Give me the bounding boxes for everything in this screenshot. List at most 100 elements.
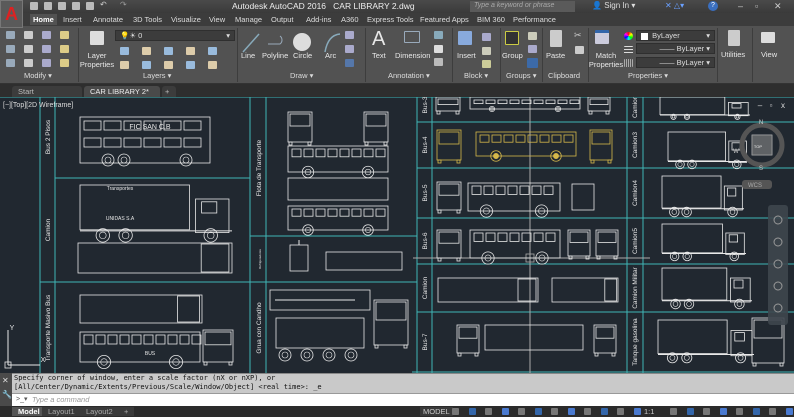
model-space-button[interactable]: MODEL bbox=[420, 407, 453, 416]
minimize-button[interactable]: – bbox=[738, 1, 743, 11]
close-button[interactable]: ✕ bbox=[774, 1, 782, 12]
line-button[interactable]: Line bbox=[241, 51, 255, 60]
circle-button[interactable]: Circle bbox=[293, 51, 312, 60]
layer-tool-icon[interactable] bbox=[186, 47, 195, 55]
layer-tool-icon[interactable] bbox=[120, 61, 129, 69]
tab-annotate[interactable]: Annotate bbox=[90, 14, 126, 25]
layer-tool-icon[interactable] bbox=[120, 47, 129, 55]
layer-tool-icon[interactable] bbox=[142, 47, 151, 55]
tab-add-ins[interactable]: Add-ins bbox=[303, 14, 334, 25]
insert-button[interactable]: Insert bbox=[457, 51, 476, 60]
view-button[interactable]: View bbox=[761, 50, 777, 59]
tab-bim-360[interactable]: BIM 360 bbox=[474, 14, 508, 25]
color-dropdown[interactable]: ByLayer ▾ bbox=[636, 30, 715, 41]
tab-layout2[interactable]: Layout2 bbox=[80, 407, 119, 416]
tab-car-library[interactable]: CAR LIBRARY 2* ✕ bbox=[84, 86, 160, 105]
annotation-monitor-icon[interactable] bbox=[686, 408, 694, 415]
cut-icon[interactable]: ✂ bbox=[574, 30, 582, 41]
grid-icon[interactable] bbox=[452, 408, 459, 415]
open-icon[interactable] bbox=[44, 2, 52, 10]
lineweight-dropdown[interactable]: —— ByLayer ▾ bbox=[636, 57, 715, 68]
group-button[interactable]: Group bbox=[502, 51, 523, 60]
panel-block[interactable]: Block ▾ bbox=[464, 71, 488, 80]
erase-icon[interactable] bbox=[60, 31, 69, 39]
snap-icon[interactable] bbox=[468, 408, 476, 415]
tab-home[interactable]: Home bbox=[30, 14, 57, 25]
polar-icon[interactable] bbox=[501, 408, 509, 415]
arc-button[interactable]: Arc bbox=[325, 51, 336, 60]
rotate-icon[interactable] bbox=[24, 31, 33, 39]
layer-properties-button[interactable]: Layer Properties bbox=[78, 51, 116, 69]
hardware-acceleration-icon[interactable] bbox=[752, 408, 760, 415]
panel-groups[interactable]: Groups ▾ bbox=[506, 71, 536, 80]
tab-start[interactable]: Start bbox=[12, 86, 82, 97]
redo-icon[interactable]: ↷ bbox=[120, 0, 128, 9]
scale-icon[interactable] bbox=[24, 59, 33, 67]
tab-insert[interactable]: Insert bbox=[60, 14, 85, 25]
linetype-dropdown[interactable]: —— ByLayer ▾ bbox=[636, 43, 715, 54]
command-line-handle[interactable]: ✕ 🔧 bbox=[0, 373, 12, 406]
edit-block-icon[interactable] bbox=[482, 47, 491, 55]
quick-properties-icon[interactable] bbox=[719, 408, 727, 415]
paste-button[interactable]: Paste bbox=[546, 51, 565, 60]
utilities-button[interactable]: Utilities bbox=[721, 50, 745, 59]
tab-performance[interactable]: Performance bbox=[510, 14, 559, 25]
tab-manage[interactable]: Manage bbox=[232, 14, 265, 25]
polyline-button[interactable]: Polyline bbox=[262, 51, 288, 60]
panel-modify[interactable]: Modify ▾ bbox=[24, 71, 52, 80]
restore-button[interactable]: ▫ bbox=[755, 1, 758, 11]
customize-icon[interactable] bbox=[785, 408, 793, 415]
tab-featured-apps[interactable]: Featured Apps bbox=[417, 14, 472, 25]
layer-tool-icon[interactable] bbox=[208, 61, 217, 69]
dimension-button[interactable]: Dimension bbox=[395, 51, 430, 60]
layer-tool-icon[interactable] bbox=[142, 61, 151, 69]
annotation-scale[interactable]: 1:1 bbox=[644, 407, 654, 416]
new-icon[interactable] bbox=[30, 2, 38, 10]
tab-model[interactable]: Model bbox=[12, 407, 46, 416]
new-layout-button[interactable]: + bbox=[118, 407, 135, 416]
group-selection-icon[interactable] bbox=[527, 58, 538, 68]
exchange-icon[interactable]: ✕ △▾ bbox=[665, 1, 684, 10]
copy-icon[interactable] bbox=[575, 46, 584, 54]
tab-express-tools[interactable]: Express Tools bbox=[364, 14, 417, 25]
help-button[interactable]: ? bbox=[708, 1, 718, 11]
ortho-icon[interactable] bbox=[485, 408, 492, 415]
offset-icon[interactable] bbox=[60, 59, 69, 67]
selection-cycling-icon[interactable] bbox=[600, 408, 608, 415]
osnap-icon[interactable] bbox=[551, 408, 558, 415]
lineweight-icon[interactable] bbox=[567, 408, 575, 415]
tab-visualize[interactable]: Visualize bbox=[168, 14, 204, 25]
explode-icon[interactable] bbox=[60, 45, 69, 53]
command-prompt-icon[interactable]: >_▾ bbox=[16, 395, 28, 403]
hatch-icon[interactable] bbox=[345, 45, 354, 53]
layer-tool-icon[interactable] bbox=[186, 61, 195, 69]
copy-icon[interactable] bbox=[6, 45, 15, 53]
gradient-icon[interactable] bbox=[345, 59, 354, 67]
tab-layout1[interactable]: Layout1 bbox=[42, 407, 81, 416]
panel-clipboard[interactable]: Clipboard bbox=[548, 71, 580, 80]
viewport-controls-label[interactable]: [−][Top][2D Wireframe] bbox=[3, 102, 73, 109]
mirror-icon[interactable] bbox=[24, 45, 33, 53]
customize-icon[interactable]: 🔧 bbox=[0, 388, 12, 401]
fillet-icon[interactable] bbox=[42, 45, 51, 53]
osnap-tracking-icon[interactable] bbox=[534, 408, 542, 415]
search-input[interactable]: Type a keyword or phrase bbox=[470, 1, 575, 12]
panel-layers[interactable]: Layers ▾ bbox=[143, 71, 171, 80]
panel-properties[interactable]: Properties ▾ bbox=[628, 71, 668, 80]
layer-tool-icon[interactable] bbox=[164, 47, 173, 55]
save-icon[interactable] bbox=[58, 2, 66, 10]
plot-icon[interactable] bbox=[86, 2, 94, 10]
tab-3d-tools[interactable]: 3D Tools bbox=[130, 14, 165, 25]
array-icon[interactable] bbox=[42, 59, 51, 67]
edit-attributes-icon[interactable] bbox=[482, 60, 491, 68]
layer-tool-icon[interactable] bbox=[208, 47, 217, 55]
trim-icon[interactable] bbox=[42, 31, 51, 39]
panel-draw[interactable]: Draw ▾ bbox=[290, 71, 313, 80]
autoscale-icon[interactable] bbox=[633, 408, 641, 415]
drawing-canvas[interactable]: FIC SAN C.B Transportes UNIDAS S.A BUS Bus 2… bbox=[0, 97, 794, 373]
tab-output[interactable]: Output bbox=[268, 14, 297, 25]
annotation-visibility-icon[interactable] bbox=[617, 408, 624, 415]
sign-in-button[interactable]: 👤 Sign In ▾ bbox=[592, 1, 635, 10]
leader-icon[interactable] bbox=[434, 45, 443, 53]
stretch-icon[interactable] bbox=[6, 59, 15, 67]
